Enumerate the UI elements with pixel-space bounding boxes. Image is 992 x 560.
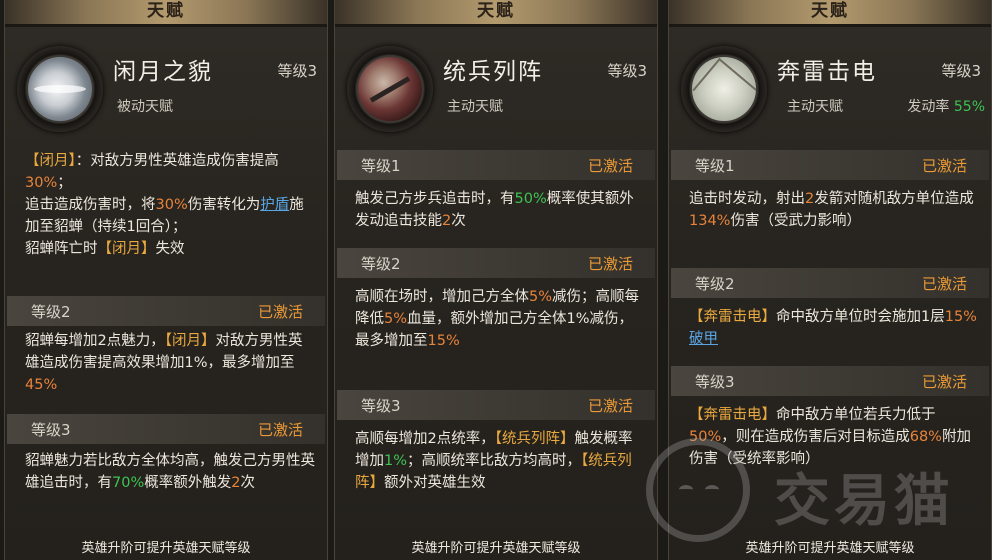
level3-description: 高顺每增加2点统率，【统兵列阵】触发概率增加1%；高顺统率比敌方均高时，【统兵列… — [355, 431, 633, 491]
status-badge: 已激活 — [587, 255, 633, 273]
level1-description: 追击时发动，射出2发箭对随机敌方单位造成134%伤害（受武力影响） — [689, 191, 974, 229]
status-badge: 已激活 — [587, 157, 633, 175]
level2-bar: 等级2 已激活 — [671, 268, 989, 298]
talent-type: 主动天赋 — [447, 99, 503, 115]
header-divider — [5, 24, 327, 27]
panel-header: 天赋 — [5, 0, 327, 26]
talent-icon[interactable] — [681, 46, 767, 132]
moon-icon — [28, 57, 92, 121]
level1-description: 【闭月】：对敌方男性英雄造成伤害提高30%； 追击造成伤害时，将30%伤害转化为… — [25, 153, 304, 257]
talent-panel-2: 天赋 统兵列阵 等级3 主动天赋 等级1 已激活 触发己方步兵追击时，有50%概率… — [334, 0, 658, 560]
status-badge: 已激活 — [921, 373, 967, 391]
talent-name: 奔雷击电 — [777, 59, 877, 85]
level2-description: 高顺在场时，增加己方全体5%减伤；高顺每降低5%血量，额外增加己方全体1%减伤，… — [355, 289, 640, 349]
talent-name: 统兵列阵 — [443, 59, 543, 85]
talent-icon[interactable] — [347, 46, 433, 132]
header-divider — [669, 24, 991, 27]
panel-footer: 英雄升阶可提升英雄天赋等级 — [81, 541, 251, 556]
trigger-rate: 发动率 55% — [907, 99, 985, 115]
bow-icon — [692, 57, 756, 121]
panel-header: 天赋 — [335, 0, 657, 26]
armor-break-link[interactable]: 破甲 — [689, 331, 718, 347]
level1-bar: 等级1 已激活 — [671, 150, 989, 180]
talent-type: 主动天赋 — [787, 99, 843, 115]
status-badge: 已激活 — [587, 397, 633, 415]
level2-description: 貂蝉每增加2点魅力，【闭月】对敌方男性英雄造成伤害提高效果增加1%，最多增加至4… — [25, 333, 303, 393]
talent-icon[interactable] — [17, 46, 103, 132]
level2-bar: 等级2 已激活 — [337, 248, 655, 278]
status-badge: 已激活 — [921, 157, 967, 175]
talent-panel-3: 天赋 奔雷击电 等级3 主动天赋 发动率 55% 等级1 已激活 追击时发动，射出… — [668, 0, 992, 560]
talent-level: 等级3 — [941, 62, 981, 80]
talent-name: 闲月之貌 — [113, 59, 213, 85]
status-badge: 已激活 — [257, 421, 303, 439]
talent-type: 被动天赋 — [117, 99, 173, 115]
header-divider — [335, 24, 657, 27]
level1-bar: 等级1 已激活 — [337, 150, 655, 180]
level3-bar: 等级3 已激活 — [337, 390, 655, 420]
level3-description: 【奔雷击电】命中敌方单位若兵力低于50%，则在造成伤害后对目标造成68%附加伤害… — [689, 407, 971, 467]
talent-panel-1: 天赋 闲月之貌 等级3 被动天赋 【闭月】：对敌方男性英雄造成伤害提高30%； … — [4, 0, 328, 560]
level3-bar: 等级3 已激活 — [7, 414, 325, 444]
level2-description: 【奔雷击电】命中敌方单位时会施加1层15%破甲 — [689, 309, 977, 347]
status-badge: 已激活 — [921, 275, 967, 293]
panel-footer: 英雄升阶可提升英雄天赋等级 — [411, 541, 581, 556]
talent-level: 等级3 — [607, 62, 647, 80]
shield-link[interactable]: 护盾 — [260, 197, 289, 213]
panel-header: 天赋 — [669, 0, 991, 26]
level3-description: 貂蝉魅力若比敌方全体均高，触发己方男性英雄追击时，有70%概率额外触发2次 — [25, 453, 315, 491]
level3-bar: 等级3 已激活 — [671, 366, 989, 396]
sword-icon — [358, 57, 422, 121]
panel-footer: 英雄升阶可提升英雄天赋等级 — [745, 541, 915, 556]
talent-level: 等级3 — [277, 62, 317, 80]
level2-bar: 等级2 已激活 — [7, 296, 325, 326]
status-badge: 已激活 — [257, 303, 303, 321]
level1-description: 触发己方步兵追击时，有50%概率使其额外发动追击技能2次 — [355, 191, 634, 229]
